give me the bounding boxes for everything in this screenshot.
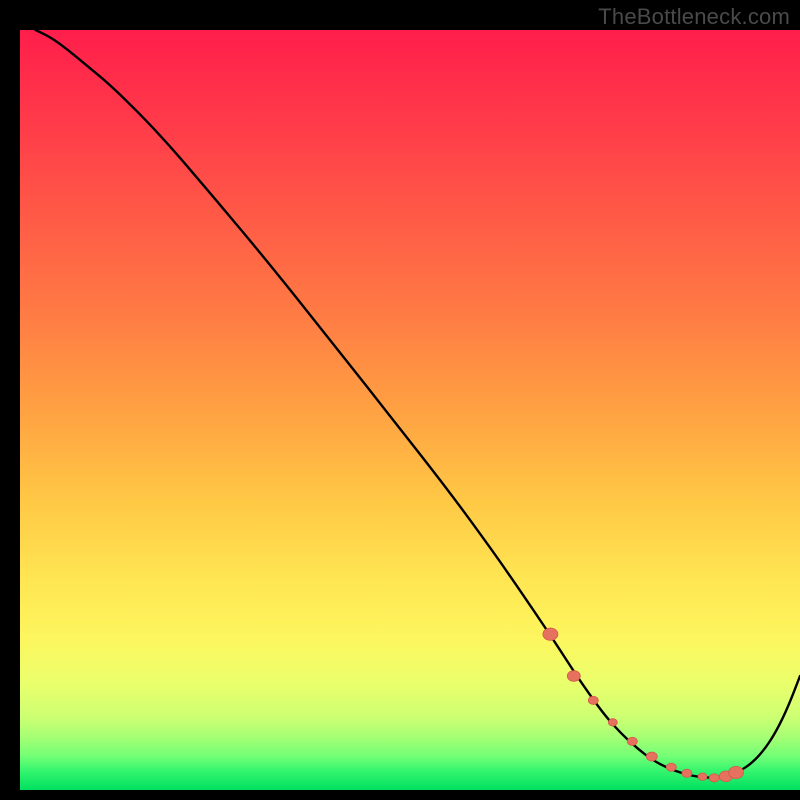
highlight-dot (682, 769, 692, 777)
highlight-dot (627, 737, 637, 745)
highlight-dot (543, 628, 558, 640)
highlight-dot (698, 773, 707, 780)
highlight-dot (646, 752, 657, 761)
chart-stage: TheBottleneck.com (0, 0, 800, 800)
highlight-dot (709, 774, 719, 782)
highlight-dot (729, 766, 744, 778)
highlight-dot (588, 696, 598, 704)
watermark-text: TheBottleneck.com (598, 4, 790, 30)
highlight-dot (567, 671, 580, 682)
highlight-dot (666, 763, 676, 771)
highlight-dot (608, 719, 617, 726)
chart-svg (0, 0, 800, 800)
gradient-panel (20, 30, 800, 790)
